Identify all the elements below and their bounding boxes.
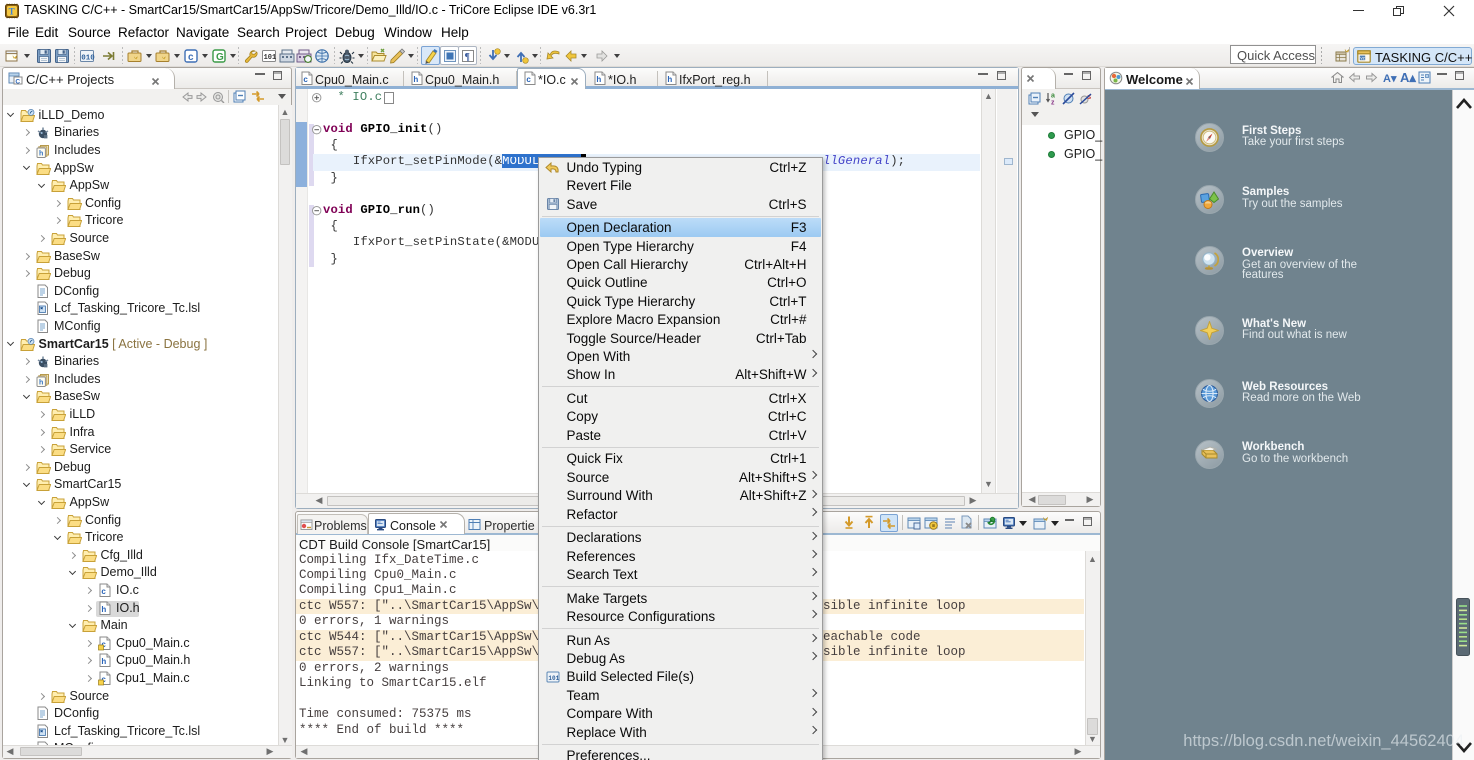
svg-text:h: h <box>39 379 43 386</box>
svg-text:h: h <box>101 657 106 666</box>
svg-text:h: h <box>596 75 601 84</box>
svg-text:c: c <box>303 75 308 84</box>
svg-text:c: c <box>526 75 531 84</box>
svg-text:c: c <box>188 52 194 63</box>
svg-text:h: h <box>667 75 672 84</box>
svg-text:h: h <box>413 75 418 84</box>
svg-text:T: T <box>9 7 15 17</box>
svg-text:101: 101 <box>264 54 277 62</box>
svg-text:h: h <box>101 604 106 613</box>
svg-text:101: 101 <box>548 675 559 682</box>
svg-text:z: z <box>1051 100 1055 106</box>
svg-text:¶: ¶ <box>465 52 470 63</box>
svg-text:c: c <box>101 587 106 596</box>
svg-text:010: 010 <box>81 55 95 63</box>
svg-text:C: C <box>15 78 20 85</box>
svg-text:G: G <box>216 52 224 63</box>
svg-text:a: a <box>1051 93 1055 100</box>
svg-text:h: h <box>39 151 43 158</box>
svg-text:vz: vz <box>1360 56 1365 61</box>
